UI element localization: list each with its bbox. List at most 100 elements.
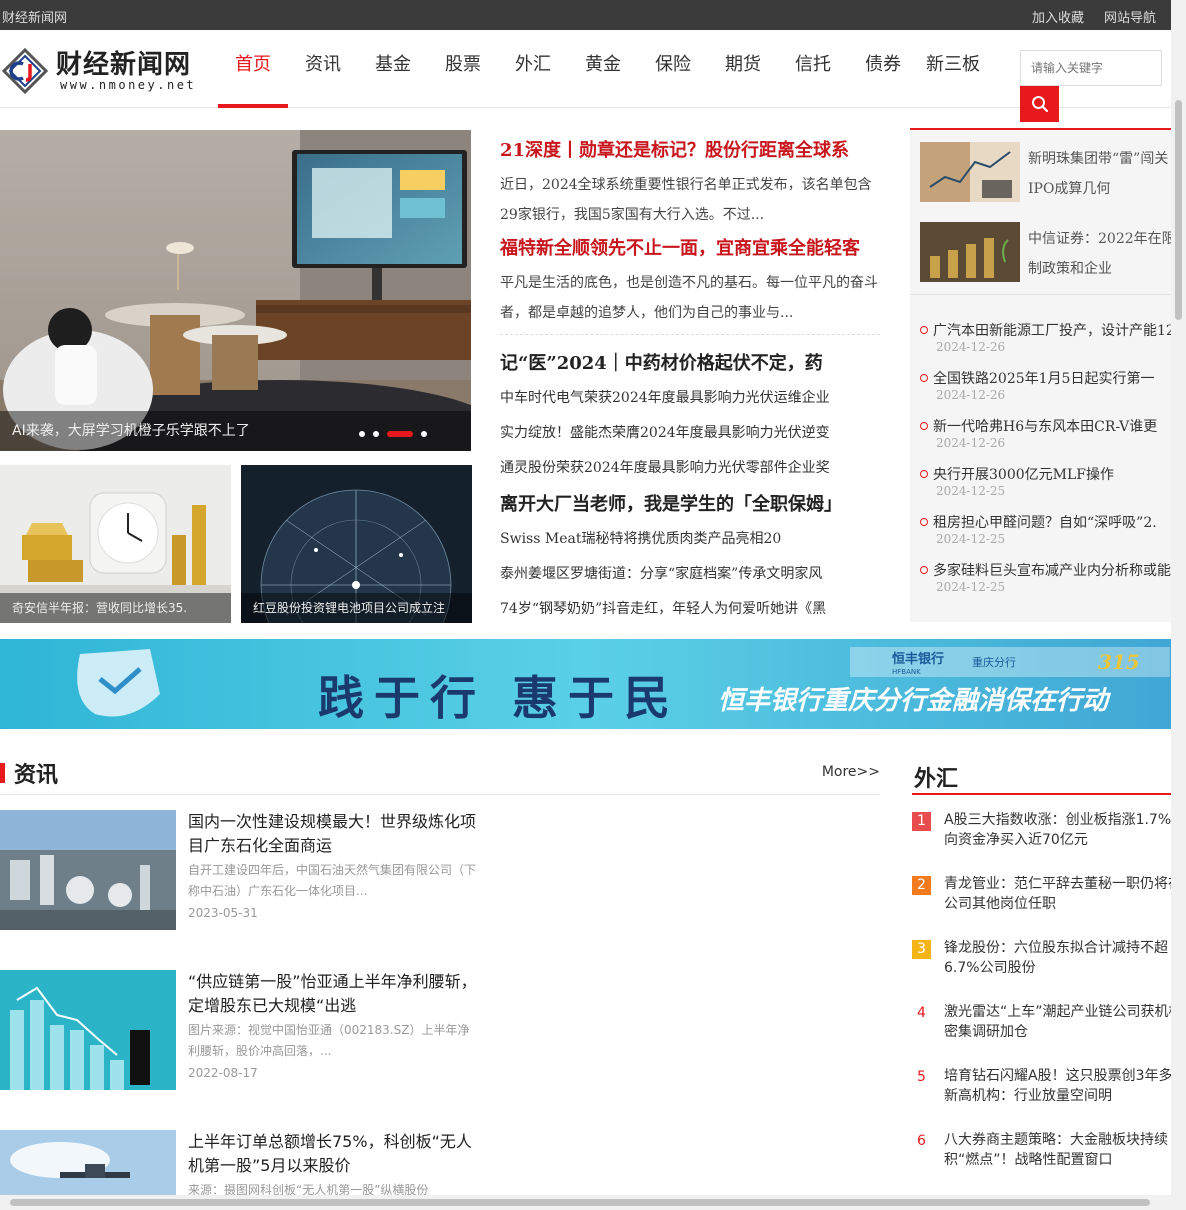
ranked-title[interactable]: 激光雷达“上车”潮起产业链公司获机构密集调研加仓: [944, 1002, 1171, 1042]
pic-news-item[interactable]: 中信证券：2022年在限制政策和企业: [920, 222, 1171, 282]
rank-number: 6: [917, 1133, 926, 1149]
vertical-scrollbar[interactable]: [1171, 0, 1186, 1210]
news-item[interactable]: “供应链第一股”怡亚通上半年净利腰斩，定增股东已大规模“出逃 图片来源：视觉中国…: [0, 970, 480, 1090]
news-link[interactable]: Swiss Meat瑞秘特将携优质肉类产品亮相20: [500, 522, 880, 557]
horizontal-scrollbar[interactable]: [0, 1195, 1171, 1210]
list-item-title[interactable]: 全国铁路2025年1月5日起实行第一: [933, 368, 1154, 388]
thumb-card[interactable]: 奇安信半年报：营收同比增长35.: [0, 465, 231, 623]
divider: [910, 294, 1171, 295]
bullet-icon: [920, 326, 928, 334]
news-link[interactable]: 通灵股份荣获2024年度最具影响力光伏零部件企业奖: [500, 451, 880, 486]
news-title[interactable]: 上半年订单总额增长75%，科创板“无人机第一股”5月以来股价: [188, 1130, 480, 1178]
thumb-card[interactable]: 红豆股份投资锂电池项目公司成立注: [241, 465, 472, 623]
logo-icon[interactable]: [1, 47, 49, 95]
nav-item-fund[interactable]: 基金: [358, 30, 428, 108]
pic-news-item[interactable]: 新明珠集团带“雷”闯关IPO成算几何: [920, 142, 1171, 202]
thumb-caption[interactable]: 红豆股份投资锂电池项目公司成立注: [241, 593, 472, 623]
news-item[interactable]: 国内一次性建设规模最大！世界级炼化项目广东石化全面商运 自开工建设四年后，中国石…: [0, 810, 480, 930]
ranked-title[interactable]: 锋龙股份：六位股东拟合计减持不超6.7%公司股份: [944, 938, 1171, 978]
section-title[interactable]: 资讯: [14, 757, 58, 789]
news-date: 2023-05-31: [188, 906, 258, 920]
news-summary: 自开工建设四年后，中国石油天然气集团有限公司（下称中石油）广东石化一体化项目..…: [188, 863, 477, 898]
add-favorite-link[interactable]: 加入收藏: [1032, 7, 1084, 26]
refinery-image: [0, 810, 176, 930]
news-summary: 图片来源：视觉中国怡亚通（002183.SZ）上半年净利腰斩，股价冲高回落，..…: [188, 1023, 470, 1058]
pic-news-title[interactable]: 中信证券：2022年在限制政策和企业: [1028, 224, 1171, 284]
list-item[interactable]: 广汽本田新能源工厂投产，设计产能12 2024-12-26: [920, 320, 1171, 368]
news-link[interactable]: 74岁“钢琴奶奶”抖音走红，年轻人为何爱听她讲《黑: [500, 592, 880, 627]
news-item[interactable]: 上半年订单总额增长75%，科创板“无人机第一股”5月以来股价 来源：摄图网科创板…: [0, 1130, 480, 1195]
news-title[interactable]: 国内一次性建设规模最大！世界级炼化项目广东石化全面商运: [188, 810, 480, 858]
list-item[interactable]: 央行开展3000亿元MLF操作 2024-12-25: [920, 464, 1171, 512]
list-item[interactable]: 多家硅料巨头宣布减产业内分析称或能 2024-12-25: [920, 560, 1171, 608]
group-title[interactable]: 离开大厂当老师，我是学生的「全职保姆」: [500, 490, 880, 516]
logo-title[interactable]: 财经新闻网: [56, 44, 191, 81]
ranked-title[interactable]: 培育钻石闪耀A股！这只股票创3年多来新高机构：行业放量空间明: [944, 1066, 1171, 1106]
pic-news-title[interactable]: 新明珠集团带“雷”闯关IPO成算几何: [1028, 144, 1171, 204]
ranked-title[interactable]: 青龙管业：范仁平辞去董秘一职仍将在公司其他岗位任职: [944, 874, 1171, 914]
scroll-thumb[interactable]: [10, 1199, 1150, 1206]
nav-item-futures[interactable]: 期货: [708, 30, 778, 108]
section-header-forex: 外汇: [912, 757, 1171, 795]
slider-dot-active[interactable]: [387, 431, 413, 437]
group-title[interactable]: 记“医”2024｜中药材价格起伏不定，药: [500, 349, 880, 375]
nav-item-neeq[interactable]: 新三板: [918, 30, 988, 108]
list-item-title[interactable]: 央行开展3000亿元MLF操作: [933, 464, 1114, 484]
nav-item-forex[interactable]: 外汇: [498, 30, 568, 108]
nav-item-insurance[interactable]: 保险: [638, 30, 708, 108]
logo-url: www.nmoney.net: [60, 78, 197, 92]
site-nav-link[interactable]: 网站导航: [1104, 7, 1156, 26]
ranked-item[interactable]: 6 八大券商主题策略：大金融板块持续积“燃点”！战略性配置窗口: [912, 1130, 1171, 1186]
slider-dot[interactable]: [373, 431, 379, 437]
headline-title[interactable]: 福特新全顺领先不止一面，宜商宜乘全能轻客: [500, 234, 880, 260]
section-title[interactable]: 外汇: [914, 761, 958, 793]
list-item[interactable]: 全国铁路2025年1月5日起实行第一 2024-12-26: [920, 368, 1171, 416]
nav-item-stock[interactable]: 股票: [428, 30, 498, 108]
rank-badge: 3: [912, 940, 931, 959]
slider-dot[interactable]: [421, 431, 427, 437]
right-news-list: 广汽本田新能源工厂投产，设计产能12 2024-12-26 全国铁路2025年1月…: [920, 320, 1171, 608]
nav-item-gold[interactable]: 黄金: [568, 30, 638, 108]
ranked-item[interactable]: 3 锋龙股份：六位股东拟合计减持不超6.7%公司股份: [912, 938, 1171, 994]
nav-item-trust[interactable]: 信托: [778, 30, 848, 108]
bullet-icon: [920, 374, 928, 382]
search-input[interactable]: [1020, 50, 1162, 86]
nav-item-bond[interactable]: 债券: [848, 30, 918, 108]
list-item-title[interactable]: 广汽本田新能源工厂投产，设计产能12: [933, 320, 1171, 340]
ad-banner[interactable]: 恒丰银行 HFBANK 重庆分行 315 践于行 惠于民 恒丰银行重庆分行金融消…: [0, 639, 1171, 729]
list-item[interactable]: 新一代哈弗H6与东风本田CR-V谁更 2024-12-26: [920, 416, 1171, 464]
nav-item-home[interactable]: 首页: [218, 30, 288, 108]
right-news-box: 新明珠集团带“雷”闯关IPO成算几何 中信证券：2022年在限制政策和企业 广汽…: [910, 128, 1171, 622]
ranked-item[interactable]: 2 青龙管业：范仁平辞去董秘一职仍将在公司其他岗位任职: [912, 874, 1171, 930]
more-link[interactable]: More>>: [822, 764, 880, 780]
ranked-item[interactable]: 1 A股三大指数收涨：创业板指涨1.7%北向资金净买入近70亿元: [912, 810, 1171, 866]
hero-slider[interactable]: AI来袭，大屏学习机橙子乐学跟不上了: [0, 130, 471, 451]
scroll-thumb[interactable]: [1175, 100, 1182, 320]
headline-column: 21深度丨勋章还是标记？股份行距离全球系 近日，2024全球系统重要性银行名单正…: [500, 130, 880, 627]
thumb-caption[interactable]: 奇安信半年报：营收同比增长35.: [0, 593, 231, 623]
headline-title[interactable]: 21深度丨勋章还是标记？股份行距离全球系: [500, 136, 880, 162]
bullet-icon: [920, 422, 928, 430]
list-item-title[interactable]: 多家硅料巨头宣布减产业内分析称或能: [933, 560, 1171, 580]
list-item-title[interactable]: 新一代哈弗H6与东风本田CR-V谁更: [933, 416, 1157, 436]
list-item-title[interactable]: 租房担心甲醛问题？自如“深呼吸”2.: [933, 512, 1157, 532]
banner-bank: 恒丰银行: [892, 651, 944, 667]
bullet-icon: [920, 566, 928, 574]
rank-number: 5: [917, 1069, 926, 1085]
site-name[interactable]: 财经新闻网: [2, 7, 67, 26]
ranked-item[interactable]: 5 培育钻石闪耀A股！这只股票创3年多来新高机构：行业放量空间明: [912, 1066, 1171, 1122]
ranked-title[interactable]: A股三大指数收涨：创业板指涨1.7%北向资金净买入近70亿元: [944, 810, 1171, 850]
nav-item-news[interactable]: 资讯: [288, 30, 358, 108]
news-link[interactable]: 泰州姜堰区罗塘街道：分享“家庭档案”传承文明家风: [500, 557, 880, 592]
bullet-icon: [920, 470, 928, 478]
ranked-title[interactable]: 八大券商主题策略：大金融板块持续积“燃点”！战略性配置窗口: [944, 1130, 1171, 1170]
news-link[interactable]: 实力绽放！盛能杰荣膺2024年度最具影响力光伏逆变: [500, 416, 880, 451]
ranked-item[interactable]: 4 激光雷达“上车”潮起产业链公司获机构密集调研加仓: [912, 1002, 1171, 1058]
news-title[interactable]: “供应链第一股”怡亚通上半年净利腰斩，定增股东已大规模“出逃: [188, 970, 480, 1018]
search-button[interactable]: [1020, 86, 1059, 122]
divider: [500, 334, 880, 335]
list-item[interactable]: 租房担心甲醛问题？自如“深呼吸”2. 2024-12-25: [920, 512, 1171, 560]
news-link[interactable]: 中车时代电气荣获2024年度最具影响力光伏运维企业: [500, 381, 880, 416]
headline-summary: 近日，2024全球系统重要性银行名单正式发布，该名单包含29家银行，我国5家国有…: [500, 177, 872, 223]
slider-dot[interactable]: [359, 431, 365, 437]
